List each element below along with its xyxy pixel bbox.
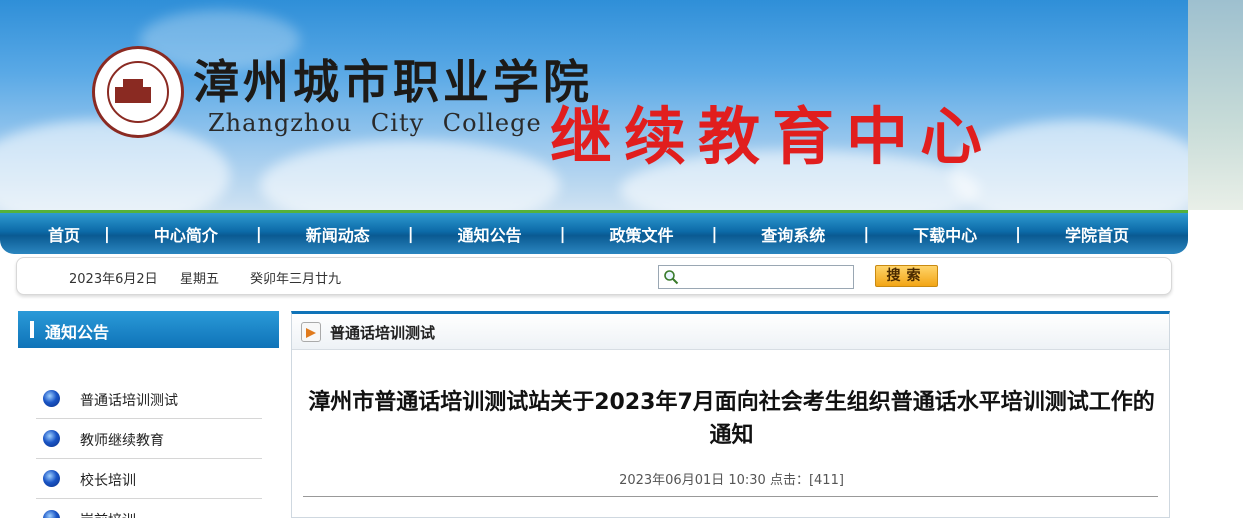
nav-separator: |: [863, 224, 870, 243]
lunar-date: 癸卯年三月廿九: [250, 272, 342, 287]
nav-item-policy[interactable]: 政策文件: [609, 222, 673, 246]
college-name-en: Zhangzhou City College: [208, 109, 542, 137]
sidebar-item-principal-training[interactable]: 校长培训: [36, 459, 262, 499]
header-banner: 漳州城市职业学院 Zhangzhou City College 继续教育中心: [0, 0, 1188, 210]
college-name-cn: 漳州城市职业学院: [193, 55, 593, 109]
sidebar-item-teacher-education[interactable]: 教师继续教育: [36, 419, 262, 459]
article-meta: 2023年06月01日 10:30 点击：[411]: [619, 473, 844, 488]
sidebar-item-label: 教师继续教育: [80, 433, 164, 449]
nav-separator: |: [255, 224, 262, 243]
sidebar: 通知公告 普通话培训测试 教师继续教育 校长培训 岗前培训: [18, 311, 279, 518]
section-title: 普通话培训测试: [330, 324, 436, 342]
nav-separator: |: [1015, 224, 1022, 243]
bullet-icon: [43, 470, 60, 487]
nav-item-news[interactable]: 新闻动态: [306, 222, 370, 246]
bullet-icon: [43, 430, 60, 447]
nav-item-college-home[interactable]: 学院首页: [1065, 222, 1129, 246]
sidebar-title: 通知公告: [45, 323, 110, 342]
nav-item-notices[interactable]: 通知公告: [458, 222, 522, 246]
search-icon: [664, 270, 679, 285]
arrow-icon: [301, 322, 321, 342]
search-button[interactable]: 搜索: [875, 265, 938, 287]
nav-item-downloads[interactable]: 下载中心: [913, 222, 977, 246]
current-weekday: 星期五: [180, 272, 220, 287]
center-title: 继续教育中心: [550, 100, 995, 173]
divider: [303, 496, 1158, 497]
main-nav: 首页 | 中心简介 | 新闻动态 | 通知公告 | 政策文件 | 查询系统 | …: [0, 210, 1188, 254]
nav-separator: |: [559, 224, 566, 243]
banner-edge: [1188, 0, 1243, 210]
sidebar-item-label: 校长培训: [80, 473, 136, 489]
article-panel-header: 普通话培训测试: [292, 314, 1169, 350]
sidebar-item-putonghua[interactable]: 普通话培训测试: [36, 379, 262, 419]
nav-separator: |: [407, 224, 414, 243]
bullet-icon: [43, 510, 60, 518]
sidebar-header-marker: [30, 321, 34, 338]
page: 漳州城市职业学院 Zhangzhou City College 继续教育中心 首…: [0, 0, 1243, 518]
search-input[interactable]: [658, 265, 854, 289]
nav-item-about[interactable]: 中心简介: [154, 222, 218, 246]
nav-separator: |: [104, 224, 110, 243]
article-panel: 普通话培训测试 漳州市普通话培训测试站关于2023年7月面向社会考生组织普通话水…: [291, 311, 1170, 518]
sidebar-item-pre-job-training[interactable]: 岗前培训: [36, 499, 262, 518]
article-title: 漳州市普通话培训测试站关于2023年7月面向社会考生组织普通话水平培训测试工作的…: [308, 390, 1155, 448]
info-bar: 2023年6月2日 星期五 癸卯年三月廿九 搜索: [16, 257, 1172, 295]
current-date: 2023年6月2日: [69, 272, 158, 287]
sidebar-item-label: 普通话培训测试: [80, 393, 178, 409]
bullet-icon: [43, 390, 60, 407]
college-logo: [92, 46, 184, 138]
sidebar-list: 普通话培训测试 教师继续教育 校长培训 岗前培训: [36, 379, 262, 518]
nav-item-home[interactable]: 首页: [48, 222, 80, 246]
nav-separator: |: [711, 224, 718, 243]
nav-item-query[interactable]: 查询系统: [761, 222, 825, 246]
sidebar-item-label: 岗前培训: [80, 510, 136, 518]
sidebar-header: 通知公告: [18, 311, 279, 348]
